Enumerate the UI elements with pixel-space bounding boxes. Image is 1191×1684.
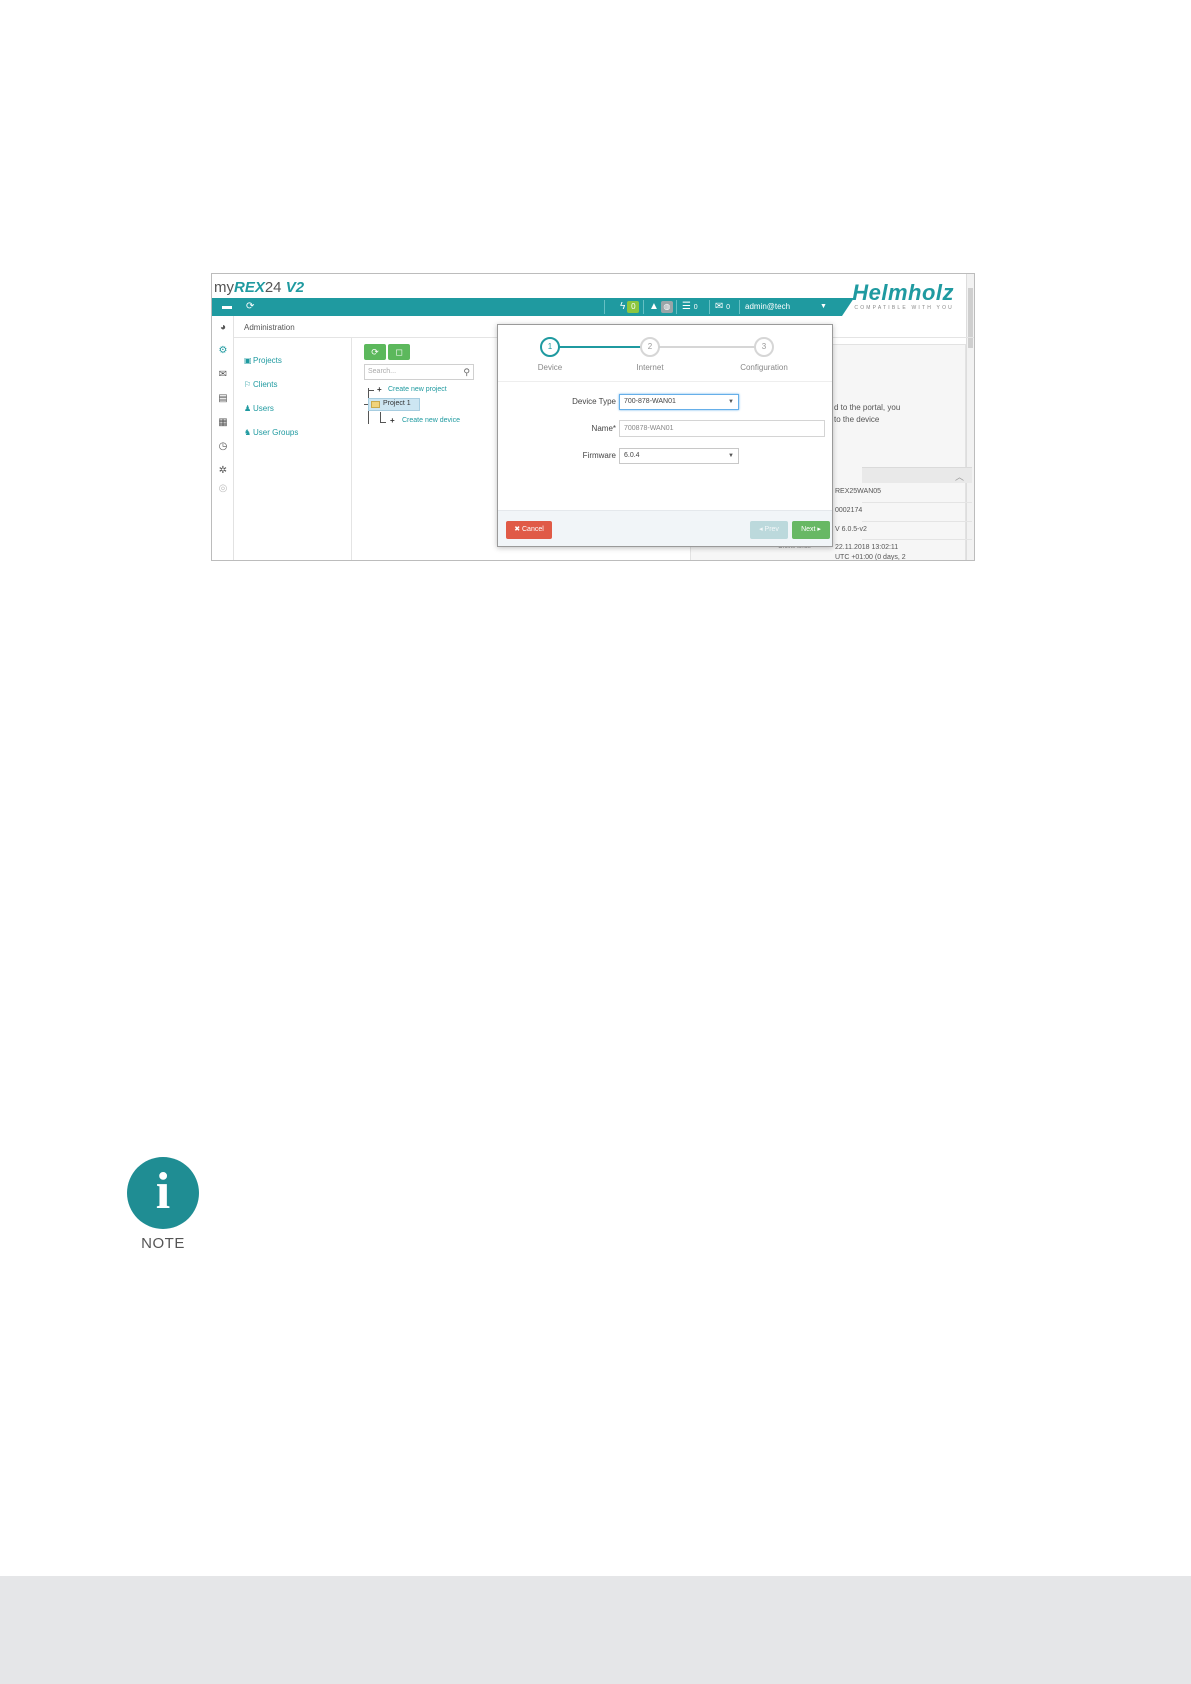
- newspaper-icon[interactable]: ▤: [217, 393, 229, 405]
- info-circle-icon[interactable]: ◎: [217, 483, 229, 495]
- reload-tree-button[interactable]: ⟳: [364, 344, 386, 360]
- icon-rail: ◕ ⚙ ✉ ▤ ▦ ◷ ✲ ◎: [212, 316, 234, 560]
- note-label: NOTE: [141, 1235, 185, 1252]
- plus-icon: +: [390, 416, 395, 425]
- info-icon: i: [127, 1157, 199, 1229]
- bolt-badge: 0: [627, 301, 640, 313]
- step-1-label: Device: [537, 363, 563, 372]
- users-icon: ♞: [244, 428, 252, 437]
- myrex24-screenshot: myREX24 V2 Helmholz COMPATIBLE WITH YOU …: [211, 273, 975, 561]
- wizard-footer: ✖ Cancel ◂ Prev Next ▸: [498, 510, 832, 546]
- create-device-wizard: 1 2 3 Device Internet Configuration Devi…: [497, 324, 833, 547]
- user-icon: ♟: [244, 404, 252, 413]
- top-bar-tail: [842, 298, 854, 316]
- clock-icon[interactable]: ◷: [217, 441, 229, 453]
- tree-item-project[interactable]: Project 1: [368, 398, 420, 411]
- firmware-label: Firmware: [582, 451, 616, 460]
- collapse-tree-button[interactable]: ◻: [388, 344, 410, 360]
- envelope-icon[interactable]: ✉: [217, 369, 229, 381]
- cancel-button[interactable]: ✖ Cancel: [506, 521, 552, 539]
- scrollbar-thumb[interactable]: [968, 288, 973, 348]
- step-3-circle[interactable]: 3: [754, 337, 774, 357]
- page-footer: [0, 1576, 1191, 1684]
- project-tree: ⟳ ◻ Search... ⚲ + Create new project Pro…: [352, 338, 482, 560]
- dropdown-arrow-icon: ▼: [728, 399, 734, 405]
- background-table-header: ︿: [862, 467, 972, 483]
- chevron-up-icon[interactable]: ︿: [955, 470, 964, 483]
- device-type-select[interactable]: 700-878-WAN01 ▼: [619, 394, 739, 410]
- menu-item-user-groups[interactable]: ♞ User Groups: [244, 428, 298, 437]
- app-title: myREX24 V2: [214, 279, 305, 296]
- step-1-circle[interactable]: 1: [540, 337, 560, 357]
- menu-item-users[interactable]: ♟ Users: [244, 404, 274, 413]
- name-label: Name*: [591, 424, 616, 433]
- book-icon[interactable]: ▦: [217, 417, 229, 429]
- bolt-icon[interactable]: ϟ0: [620, 299, 640, 315]
- menu-collapse-icon[interactable]: ▬: [222, 299, 232, 315]
- menu-item-clients[interactable]: ⚐ Clients: [244, 380, 277, 389]
- firmware-select[interactable]: 6.0.4 ▼: [619, 448, 739, 464]
- search-icon[interactable]: ⚲: [463, 365, 470, 379]
- step-2-circle[interactable]: 2: [640, 337, 660, 357]
- tree-search-input[interactable]: Search... ⚲: [364, 364, 474, 380]
- chevron-down-icon[interactable]: ▼: [820, 299, 827, 315]
- name-input[interactable]: 700878-WAN01: [619, 420, 825, 437]
- top-bar: ▬ ⟳ ϟ0 ▲ ◍ ☰ 0 ✉ 0 admin@tech ▼: [212, 298, 842, 316]
- breadcrumb: Administration: [244, 323, 295, 332]
- administration-icon[interactable]: ⚙: [217, 345, 229, 357]
- plus-icon: +: [377, 385, 382, 394]
- user-menu[interactable]: admin@tech: [745, 299, 790, 315]
- create-device-link[interactable]: Create new device: [402, 417, 460, 424]
- list-icon[interactable]: ☰ 0: [682, 299, 698, 315]
- device-type-label: Device Type: [572, 397, 616, 406]
- prev-button[interactable]: ◂ Prev: [750, 521, 788, 539]
- vertical-scrollbar[interactable]: [966, 274, 974, 560]
- create-project-link[interactable]: Create new project: [388, 386, 447, 393]
- folder-icon: [371, 401, 380, 408]
- menu-item-projects[interactable]: ▣Projects: [244, 356, 282, 365]
- helmholz-logo: Helmholz: [852, 280, 954, 305]
- clients-icon: ⚐: [244, 380, 252, 389]
- divider: [498, 381, 832, 382]
- admin-menu: ▣Projects ⚐ Clients ♟ Users ♞ User Groups: [234, 338, 352, 560]
- warning-icon[interactable]: ▲ ◍: [649, 299, 673, 315]
- step-3-label: Configuration: [740, 363, 788, 372]
- globe-badge: ◍: [660, 301, 673, 313]
- helmholz-tagline: COMPATIBLE WITH YOU: [854, 305, 954, 311]
- mail-icon[interactable]: ✉ 0: [715, 299, 730, 315]
- dashboard-icon[interactable]: ◕: [217, 322, 229, 334]
- next-button[interactable]: Next ▸: [792, 521, 830, 539]
- refresh-icon[interactable]: ⟳: [246, 299, 254, 315]
- gear-icon[interactable]: ✲: [217, 465, 229, 477]
- projects-icon: ▣: [244, 356, 252, 365]
- dropdown-arrow-icon: ▼: [728, 453, 734, 459]
- step-2-label: Internet: [636, 363, 664, 372]
